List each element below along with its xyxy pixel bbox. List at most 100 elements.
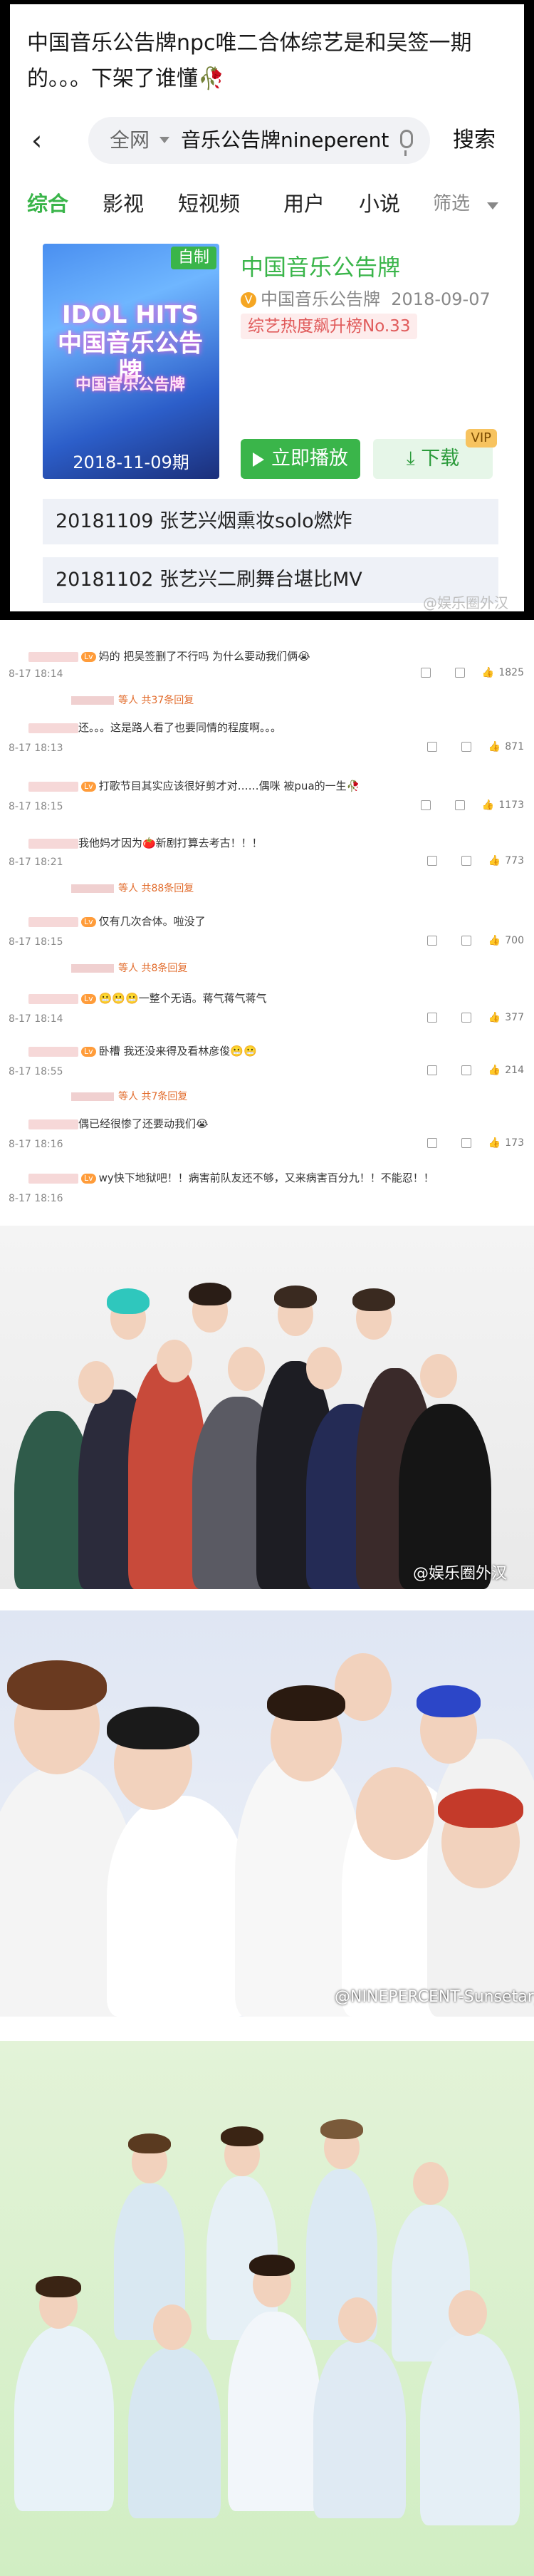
watermark: @娱乐圈外汉 bbox=[423, 594, 508, 611]
like-icon[interactable]: 👍 bbox=[488, 1012, 501, 1023]
like-count: 1825 bbox=[498, 667, 524, 678]
post-text: 中国音乐公告牌npc唯二合体综艺是和吴签一期的。。。下架了谁懂🥀 bbox=[27, 31, 472, 91]
share-icon[interactable] bbox=[420, 668, 431, 678]
comments-screenshot: Lv 妈的 把吴签删了不行吗 为什么要动我们俩😭 8-17 18:14 👍 1825… bbox=[0, 629, 534, 1213]
like-icon[interactable]: 👍 bbox=[482, 800, 494, 811]
comment-date: 8-17 18:14 bbox=[9, 1013, 63, 1025]
like-icon[interactable]: 👍 bbox=[488, 1065, 501, 1076]
comment-text: Lv 仅有几次合体。啦没了 bbox=[28, 914, 206, 929]
poster-date: 2018-11-09期 bbox=[73, 452, 189, 472]
search-button[interactable]: 搜索 bbox=[453, 114, 496, 167]
show-title[interactable]: 中国音乐公告牌 bbox=[241, 249, 400, 282]
rank-tag[interactable]: 综艺热度飙升榜No.33 bbox=[241, 314, 418, 339]
comment-date: 8-17 18:14 bbox=[9, 668, 63, 680]
poster-subtitle: 中国音乐公告牌 bbox=[75, 376, 185, 394]
tab-all[interactable]: 综合 bbox=[27, 182, 68, 225]
verified-icon: V bbox=[241, 292, 256, 308]
reply-summary[interactable]: 等人 共8条回复 bbox=[71, 961, 187, 975]
back-icon[interactable]: ‹ bbox=[31, 121, 67, 160]
person-hair bbox=[274, 1286, 317, 1308]
share-icon[interactable] bbox=[426, 1065, 437, 1075]
like-icon[interactable]: 👍 bbox=[482, 667, 494, 678]
person-head bbox=[228, 1347, 265, 1391]
tab-short-video[interactable]: 短视频 bbox=[178, 182, 240, 225]
comment-actions: 👍 773 bbox=[420, 855, 524, 867]
comment-actions: 👍 871 bbox=[420, 741, 524, 752]
download-label: 下载 bbox=[421, 448, 460, 470]
share-icon[interactable] bbox=[420, 800, 431, 810]
person-hair bbox=[249, 2255, 295, 2276]
search-scope-select[interactable]: 全网 bbox=[110, 117, 150, 164]
person-figure bbox=[128, 2347, 221, 2518]
comment-icon[interactable] bbox=[461, 936, 471, 946]
share-icon[interactable] bbox=[426, 742, 437, 752]
person-hair bbox=[352, 1288, 395, 1311]
person-hair bbox=[107, 1707, 199, 1749]
tab-novel[interactable]: 小说 bbox=[359, 182, 400, 225]
tab-film[interactable]: 影视 bbox=[103, 182, 144, 225]
comment-icon[interactable] bbox=[454, 800, 465, 810]
comment-icon[interactable] bbox=[461, 1138, 471, 1148]
chevron-down-icon bbox=[159, 137, 169, 143]
person-head bbox=[153, 2305, 192, 2350]
comment-date: 8-17 18:16 bbox=[9, 1193, 63, 1204]
like-icon[interactable]: 👍 bbox=[488, 935, 501, 946]
person-hair bbox=[320, 2119, 363, 2139]
reply-summary[interactable]: 等人 共88条回复 bbox=[71, 881, 194, 895]
person-head bbox=[78, 1361, 114, 1404]
filter-caret-icon bbox=[487, 202, 498, 210]
tab-filter[interactable]: 筛选 bbox=[433, 182, 470, 225]
reply-summary[interactable]: 等人 共7条回复 bbox=[71, 1089, 187, 1103]
comment-date: 8-17 18:16 bbox=[9, 1139, 63, 1150]
search-bar-row: ‹ 全网 音乐公告牌nineperent 搜索 bbox=[10, 114, 524, 167]
channel-name[interactable]: 中国音乐公告牌 bbox=[261, 289, 380, 309]
person-hair bbox=[267, 1685, 345, 1721]
person-figure bbox=[420, 2333, 520, 2525]
episode-item-1[interactable]: 20181109 张艺兴烟熏妆solo燃炸 bbox=[43, 499, 498, 544]
show-date: 2018-09-07 bbox=[391, 289, 491, 309]
self-made-badge: 自制 bbox=[170, 247, 216, 269]
person-hair bbox=[189, 1283, 231, 1305]
download-button[interactable]: ⤓ 下载 VIP bbox=[373, 429, 497, 479]
person-hair bbox=[221, 2126, 263, 2146]
share-icon[interactable] bbox=[426, 1013, 437, 1023]
person-hair bbox=[417, 1685, 481, 1717]
comment-actions: 👍 1825 bbox=[414, 667, 524, 678]
person-figure bbox=[228, 2312, 320, 2511]
comment-icon[interactable] bbox=[461, 1065, 471, 1075]
photo-watermark: @娱乐圈外汉 bbox=[413, 1565, 508, 1583]
post-header-card: 中国音乐公告牌npc唯二合体综艺是和吴签一期的。。。下架了谁懂🥀 bbox=[10, 4, 524, 93]
person-head bbox=[356, 1767, 434, 1860]
play-now-button[interactable]: 立即播放 bbox=[241, 439, 360, 479]
person-hair bbox=[107, 1288, 150, 1314]
person-head bbox=[420, 1354, 457, 1398]
comment-text: Lv 😬😬😬一整个无语。蒋气蒋气蒋气 bbox=[28, 990, 267, 1005]
like-icon[interactable]: 👍 bbox=[488, 741, 501, 752]
comment-icon[interactable] bbox=[454, 668, 465, 678]
search-screenshot: ‹ 全网 音乐公告牌nineperent 搜索 综合 影视 短视频 用户 小说 … bbox=[0, 93, 534, 620]
microphone-icon[interactable] bbox=[400, 130, 413, 156]
like-icon[interactable]: 👍 bbox=[488, 855, 501, 867]
show-poster[interactable]: 自制 IDOL HITS 中国音乐公告牌 中国音乐公告牌 2018-11-09期 bbox=[43, 244, 219, 479]
group-photo-suits: @娱乐圈外汉 bbox=[0, 1226, 534, 1589]
like-icon[interactable]: 👍 bbox=[488, 1137, 501, 1149]
share-icon[interactable] bbox=[426, 1138, 437, 1148]
comment-icon[interactable] bbox=[461, 742, 471, 752]
group-photo-selfie: @NINEPERCENT-Sunsetary bbox=[0, 1610, 534, 2017]
comment-icon[interactable] bbox=[461, 856, 471, 866]
comment-date: 8-17 18:13 bbox=[9, 743, 63, 754]
comment-text: Lv 卧槽 我还没来得及看林彦俊😬😬 bbox=[28, 1043, 257, 1058]
reply-summary[interactable]: 等人 共37条回复 bbox=[71, 693, 194, 707]
share-icon[interactable] bbox=[426, 936, 437, 946]
comment-text: 偶已经很惨了还要动我们😭 bbox=[28, 1116, 209, 1131]
comment-actions: 👍 700 bbox=[420, 935, 524, 946]
tab-user[interactable]: 用户 bbox=[283, 182, 325, 225]
share-icon[interactable] bbox=[426, 856, 437, 866]
show-meta: V 中国音乐公告牌 2018-09-07 bbox=[241, 285, 491, 310]
search-query[interactable]: 音乐公告牌nineperent bbox=[181, 117, 389, 164]
person-figure bbox=[107, 1796, 249, 2017]
comment-actions: 👍 173 bbox=[420, 1137, 524, 1149]
comment-text: Lv wy快下地狱吧！！病害前队友还不够，又来病害百分九！！不能忍！！ bbox=[28, 1170, 434, 1185]
search-input[interactable]: 全网 音乐公告牌nineperent bbox=[88, 117, 430, 164]
comment-icon[interactable] bbox=[461, 1013, 471, 1023]
